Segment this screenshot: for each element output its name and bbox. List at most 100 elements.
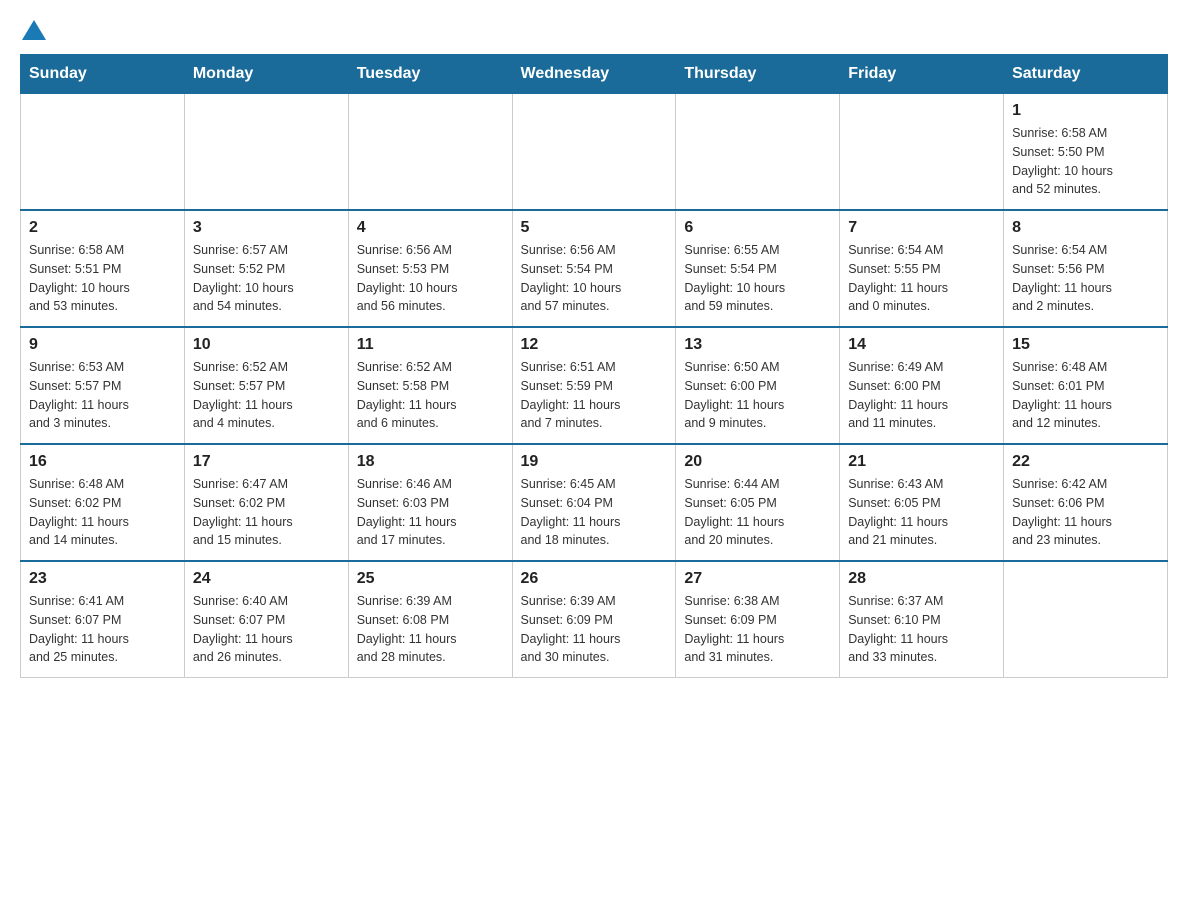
calendar-cell: 20Sunrise: 6:44 AM Sunset: 6:05 PM Dayli… <box>676 444 840 561</box>
day-info: Sunrise: 6:40 AM Sunset: 6:07 PM Dayligh… <box>193 592 340 667</box>
calendar-cell: 25 Sunrise: 6:39 AM Sunset: 6:08 PM Dayli… <box>348 561 512 678</box>
calendar-cell: 21 Sunrise: 6:43 AM Sunset: 6:05 PM Dayli… <box>840 444 1004 561</box>
calendar-cell: 3 Sunrise: 6:57 AM Sunset: 5:52 PM Daylig… <box>184 210 348 327</box>
day-header-saturday: Saturday <box>1004 55 1168 94</box>
calendar-table: SundayMondayTuesdayWednesdayThursdayFrid… <box>20 54 1168 678</box>
day-number: 14 <box>848 336 995 354</box>
day-number: 25 <box>357 570 504 588</box>
calendar-cell: 11 Sunrise: 6:52 AM Sunset: 5:58 PM Dayli… <box>348 327 512 444</box>
day-number: 26 <box>521 570 668 588</box>
day-number: 22 <box>1012 453 1159 471</box>
day-number: 1 <box>1012 102 1159 120</box>
day-number: 18 <box>357 453 504 471</box>
day-number: 11 <box>357 336 504 354</box>
calendar-cell: 18 Sunrise: 6:46 AM Sunset: 6:03 PM Dayli… <box>348 444 512 561</box>
day-info: Sunrise: 6:53 AM Sunset: 5:57 PM Dayligh… <box>29 358 176 433</box>
calendar-cell: 8 Sunrise: 6:54 AM Sunset: 5:56 PM Daylig… <box>1004 210 1168 327</box>
day-info: Sunrise: 6:38 AM Sunset: 6:09 PM Dayligh… <box>684 592 831 667</box>
calendar-cell: 10 Sunrise: 6:52 AM Sunset: 5:57 PM Dayli… <box>184 327 348 444</box>
calendar-cell: 4 Sunrise: 6:56 AM Sunset: 5:53 PM Daylig… <box>348 210 512 327</box>
day-info: Sunrise: 6:41 AM Sunset: 6:07 PM Dayligh… <box>29 592 176 667</box>
day-info: Sunrise: 6:45 AM Sunset: 6:04 PM Dayligh… <box>521 475 668 550</box>
calendar-cell <box>676 94 840 211</box>
day-number: 3 <box>193 219 340 237</box>
calendar-cell <box>348 94 512 211</box>
day-header-sunday: Sunday <box>21 55 185 94</box>
calendar-cell: 6 Sunrise: 6:55 AM Sunset: 5:54 PM Daylig… <box>676 210 840 327</box>
day-info: Sunrise: 6:54 AM Sunset: 5:55 PM Dayligh… <box>848 241 995 316</box>
day-number: 24 <box>193 570 340 588</box>
day-info: Sunrise: 6:52 AM Sunset: 5:57 PM Dayligh… <box>193 358 340 433</box>
day-info: Sunrise: 6:57 AM Sunset: 5:52 PM Dayligh… <box>193 241 340 316</box>
day-info: Sunrise: 6:49 AM Sunset: 6:00 PM Dayligh… <box>848 358 995 433</box>
calendar-cell: 7 Sunrise: 6:54 AM Sunset: 5:55 PM Daylig… <box>840 210 1004 327</box>
day-info: Sunrise: 6:48 AM Sunset: 6:02 PM Dayligh… <box>29 475 176 550</box>
calendar-cell <box>184 94 348 211</box>
calendar-cell <box>512 94 676 211</box>
calendar-header-row: SundayMondayTuesdayWednesdayThursdayFrid… <box>21 55 1168 94</box>
day-info: Sunrise: 6:48 AM Sunset: 6:01 PM Dayligh… <box>1012 358 1159 433</box>
day-info: Sunrise: 6:46 AM Sunset: 6:03 PM Dayligh… <box>357 475 504 550</box>
calendar-cell: 5 Sunrise: 6:56 AM Sunset: 5:54 PM Daylig… <box>512 210 676 327</box>
day-number: 23 <box>29 570 176 588</box>
calendar-cell: 24 Sunrise: 6:40 AM Sunset: 6:07 PM Dayli… <box>184 561 348 678</box>
calendar-cell: 12Sunrise: 6:51 AM Sunset: 5:59 PM Dayli… <box>512 327 676 444</box>
day-number: 5 <box>521 219 668 237</box>
calendar-cell: 19 Sunrise: 6:45 AM Sunset: 6:04 PM Dayli… <box>512 444 676 561</box>
calendar-cell <box>840 94 1004 211</box>
day-number: 19 <box>521 453 668 471</box>
day-number: 16 <box>29 453 176 471</box>
day-number: 7 <box>848 219 995 237</box>
day-info: Sunrise: 6:58 AM Sunset: 5:51 PM Dayligh… <box>29 241 176 316</box>
day-number: 4 <box>357 219 504 237</box>
calendar-cell <box>1004 561 1168 678</box>
calendar-cell: 26 Sunrise: 6:39 AM Sunset: 6:09 PM Dayli… <box>512 561 676 678</box>
day-info: Sunrise: 6:58 AM Sunset: 5:50 PM Dayligh… <box>1012 124 1159 199</box>
calendar-cell: 2 Sunrise: 6:58 AM Sunset: 5:51 PM Daylig… <box>21 210 185 327</box>
calendar-cell: 23 Sunrise: 6:41 AM Sunset: 6:07 PM Dayli… <box>21 561 185 678</box>
day-info: Sunrise: 6:52 AM Sunset: 5:58 PM Dayligh… <box>357 358 504 433</box>
day-number: 28 <box>848 570 995 588</box>
day-info: Sunrise: 6:42 AM Sunset: 6:06 PM Dayligh… <box>1012 475 1159 550</box>
day-info: Sunrise: 6:39 AM Sunset: 6:08 PM Dayligh… <box>357 592 504 667</box>
day-info: Sunrise: 6:50 AM Sunset: 6:00 PM Dayligh… <box>684 358 831 433</box>
logo-triangle-icon <box>22 20 46 40</box>
day-info: Sunrise: 6:37 AM Sunset: 6:10 PM Dayligh… <box>848 592 995 667</box>
day-header-monday: Monday <box>184 55 348 94</box>
day-number: 9 <box>29 336 176 354</box>
day-header-tuesday: Tuesday <box>348 55 512 94</box>
day-info: Sunrise: 6:56 AM Sunset: 5:53 PM Dayligh… <box>357 241 504 316</box>
calendar-cell: 9 Sunrise: 6:53 AM Sunset: 5:57 PM Daylig… <box>21 327 185 444</box>
calendar-cell: 17 Sunrise: 6:47 AM Sunset: 6:02 PM Dayli… <box>184 444 348 561</box>
day-number: 8 <box>1012 219 1159 237</box>
day-info: Sunrise: 6:56 AM Sunset: 5:54 PM Dayligh… <box>521 241 668 316</box>
calendar-cell <box>21 94 185 211</box>
day-header-thursday: Thursday <box>676 55 840 94</box>
calendar-cell: 15 Sunrise: 6:48 AM Sunset: 6:01 PM Dayli… <box>1004 327 1168 444</box>
day-info: Sunrise: 6:54 AM Sunset: 5:56 PM Dayligh… <box>1012 241 1159 316</box>
day-number: 12 <box>521 336 668 354</box>
day-number: 6 <box>684 219 831 237</box>
logo <box>20 20 46 44</box>
calendar-cell: 14 Sunrise: 6:49 AM Sunset: 6:00 PM Dayli… <box>840 327 1004 444</box>
day-info: Sunrise: 6:55 AM Sunset: 5:54 PM Dayligh… <box>684 241 831 316</box>
calendar-cell: 13 Sunrise: 6:50 AM Sunset: 6:00 PM Dayli… <box>676 327 840 444</box>
calendar-cell: 28 Sunrise: 6:37 AM Sunset: 6:10 PM Dayli… <box>840 561 1004 678</box>
day-info: Sunrise: 6:39 AM Sunset: 6:09 PM Dayligh… <box>521 592 668 667</box>
calendar-cell: 22 Sunrise: 6:42 AM Sunset: 6:06 PM Dayli… <box>1004 444 1168 561</box>
calendar-week-row: 23 Sunrise: 6:41 AM Sunset: 6:07 PM Dayli… <box>21 561 1168 678</box>
day-number: 20 <box>684 453 831 471</box>
day-number: 27 <box>684 570 831 588</box>
day-number: 15 <box>1012 336 1159 354</box>
calendar-week-row: 2 Sunrise: 6:58 AM Sunset: 5:51 PM Daylig… <box>21 210 1168 327</box>
day-number: 17 <box>193 453 340 471</box>
day-number: 13 <box>684 336 831 354</box>
calendar-cell: 16 Sunrise: 6:48 AM Sunset: 6:02 PM Dayli… <box>21 444 185 561</box>
day-number: 21 <box>848 453 995 471</box>
day-number: 10 <box>193 336 340 354</box>
day-info: Sunrise: 6:47 AM Sunset: 6:02 PM Dayligh… <box>193 475 340 550</box>
day-number: 2 <box>29 219 176 237</box>
day-header-friday: Friday <box>840 55 1004 94</box>
day-info: Sunrise: 6:43 AM Sunset: 6:05 PM Dayligh… <box>848 475 995 550</box>
page-header <box>20 20 1168 44</box>
